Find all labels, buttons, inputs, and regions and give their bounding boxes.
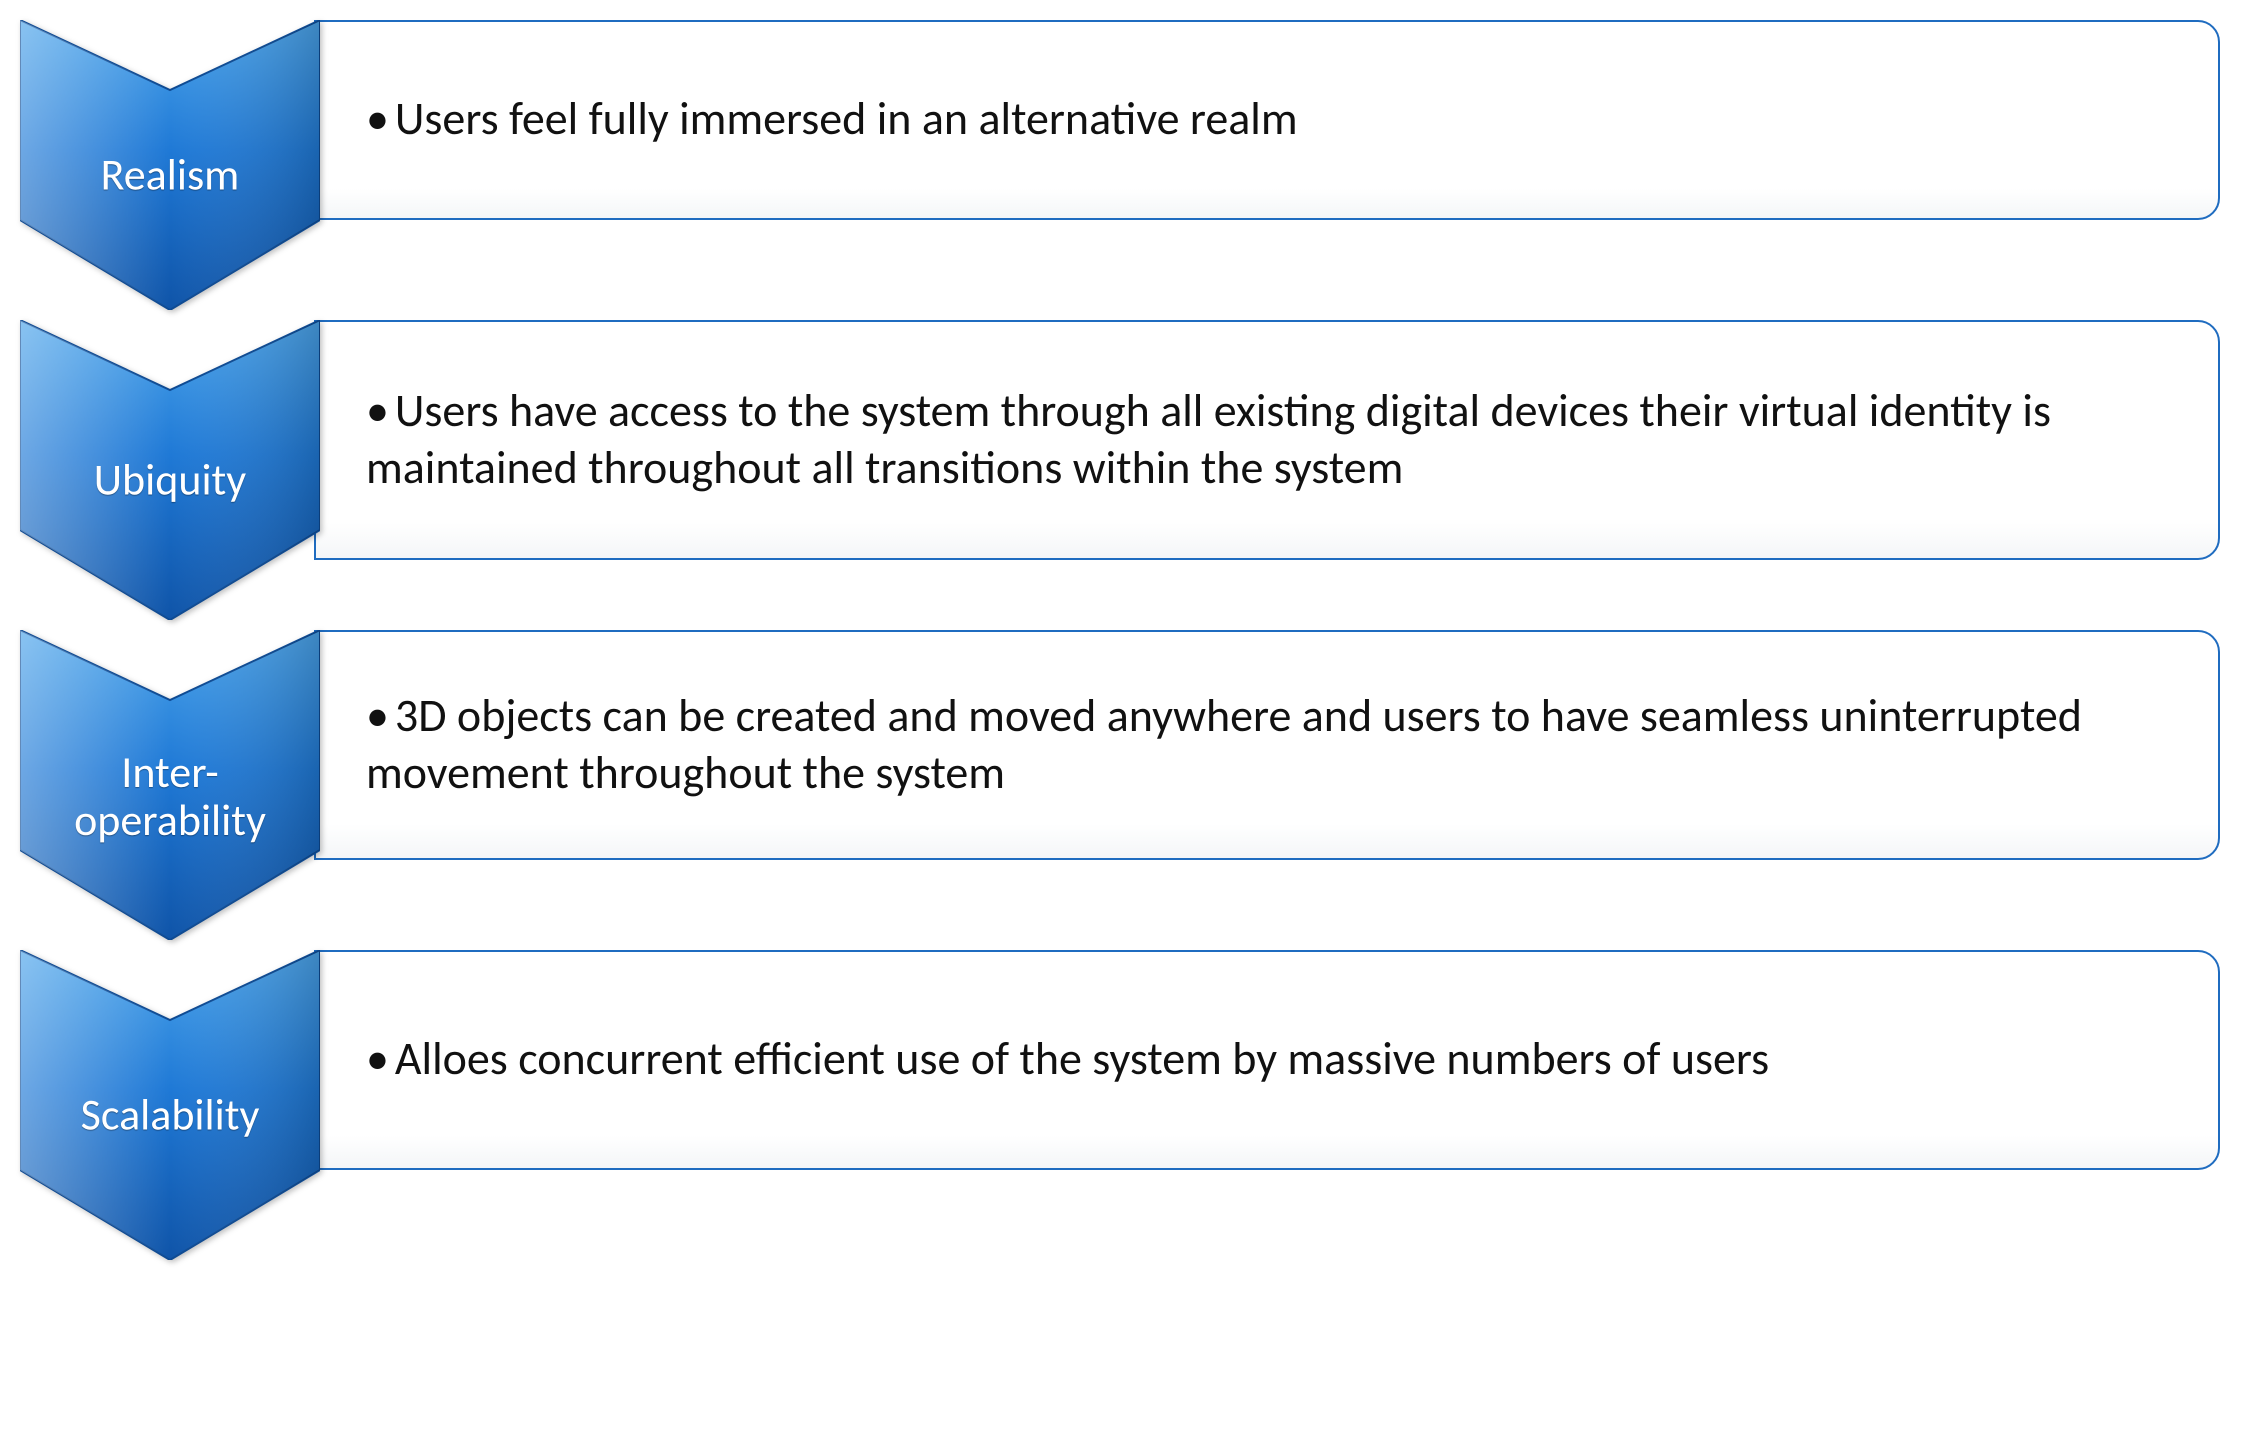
diagram-row-realism: Realism Users feel fully immersed in an … [20,20,2220,310]
diagram-row-interoperability: Inter-operability 3D objects can be crea… [20,630,2220,940]
chevron-shape: Scalability [20,950,320,1260]
description-box-interoperability: 3D objects can be created and moved anyw… [314,630,2220,860]
description-box-scalability: Alloes concurrent efficient use of the s… [314,950,2220,1170]
chevron-shape: Realism [20,20,320,310]
chevron-label-line: Inter- [40,748,300,796]
description-text: 3D objects can be created and moved anyw… [366,688,2178,803]
chevron-shape: Inter-operability [20,630,320,940]
diagram-row-scalability: Scalability Alloes concurrent efficient … [20,950,2220,1260]
chevron-container: Realism [20,20,320,310]
chevron-container: Ubiquity [20,320,320,620]
chevron-shape: Ubiquity [20,320,320,620]
diagram-row-ubiquity: Ubiquity Users have access to the system… [20,320,2220,620]
chevron-container: Inter-operability [20,630,320,940]
chevron-label: Inter-operability [20,748,320,845]
description-box-realism: Users feel fully immersed in an alternat… [314,20,2220,220]
chevron-label: Realism [20,150,320,198]
chevron-process-diagram: Realism Users feel fully immersed in an … [20,20,2220,1260]
chevron-container: Scalability [20,950,320,1260]
description-box-ubiquity: Users have access to the system through … [314,320,2220,560]
chevron-label-line: operability [40,797,300,845]
description-text: Alloes concurrent efficient use of the s… [366,1031,1769,1089]
chevron-label: Scalability [20,1090,320,1138]
chevron-label: Ubiquity [20,455,320,503]
description-text: Users feel fully immersed in an alternat… [366,91,1298,149]
description-text: Users have access to the system through … [366,383,2178,498]
